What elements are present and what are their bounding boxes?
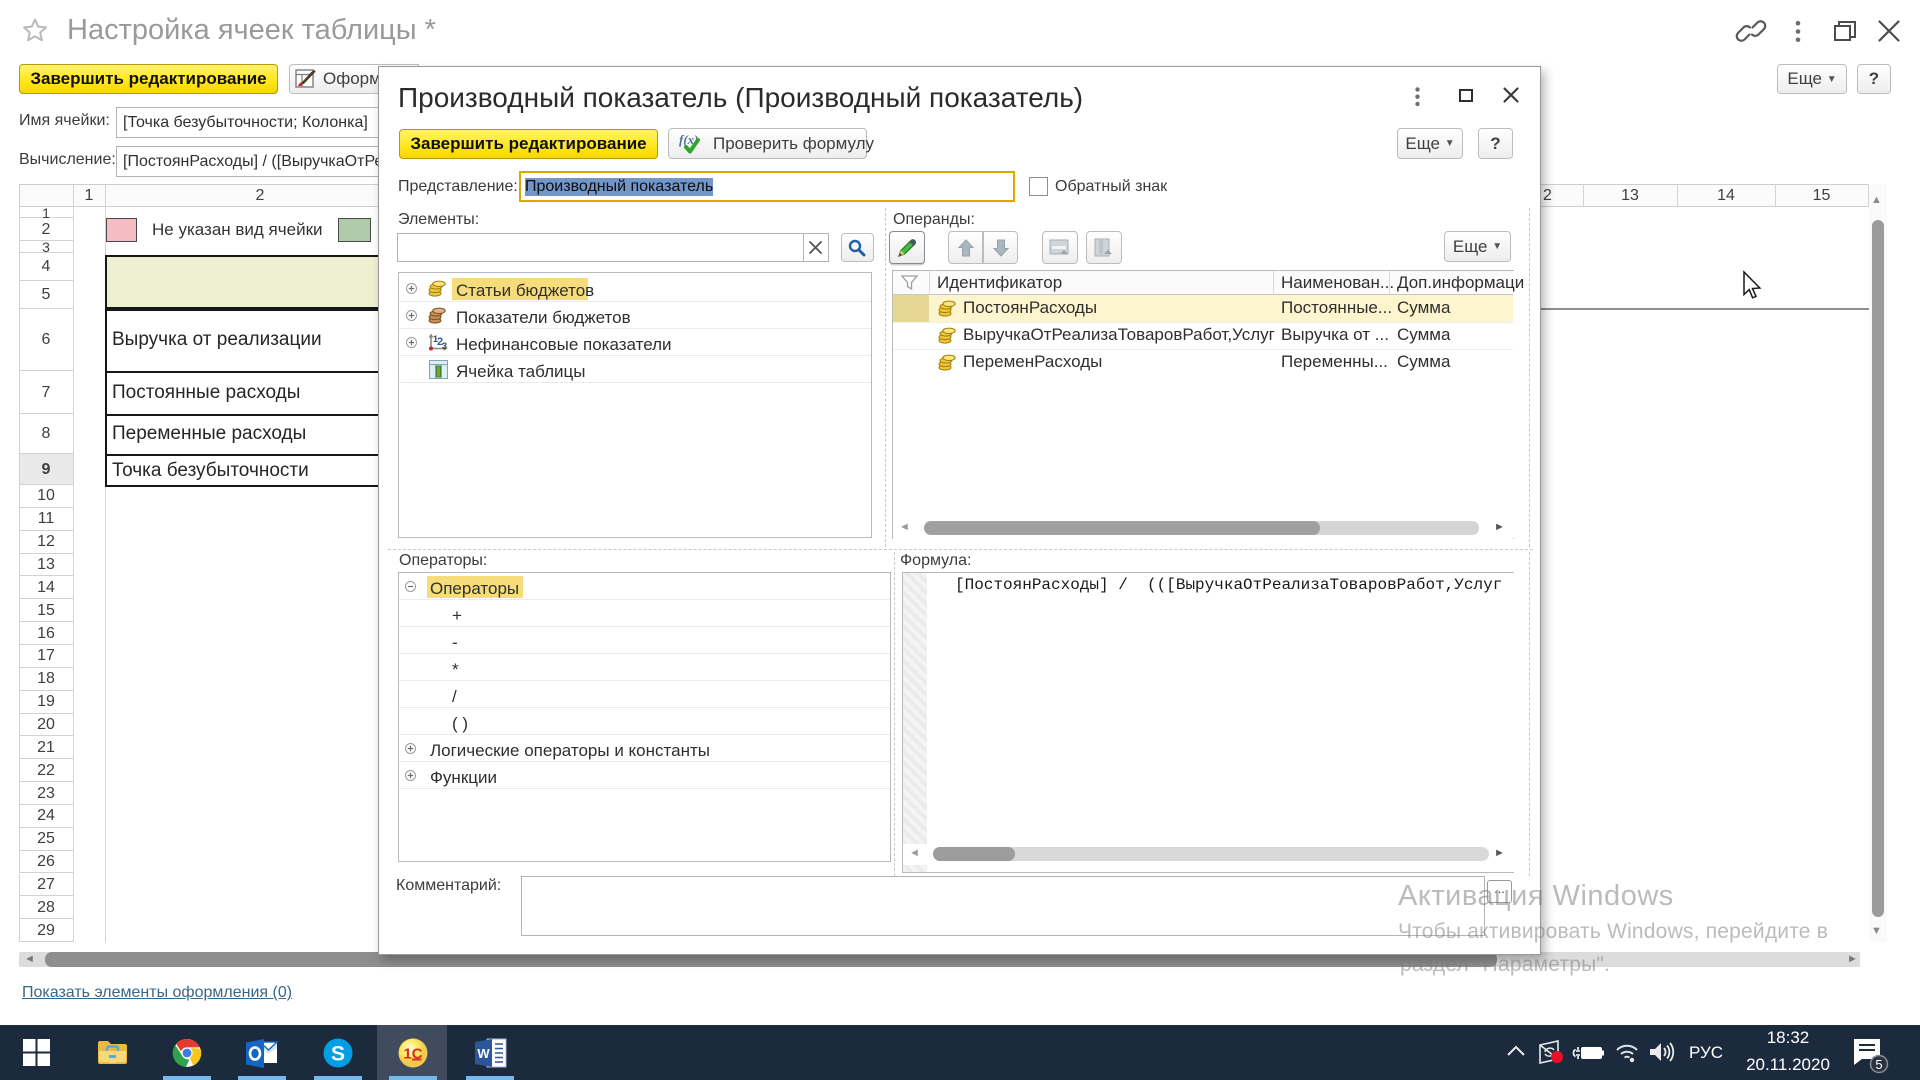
svg-text:W: W bbox=[477, 1046, 490, 1061]
svg-text:3: 3 bbox=[442, 341, 447, 351]
svg-text:S: S bbox=[331, 1043, 345, 1066]
svg-text:5: 5 bbox=[1875, 1057, 1882, 1072]
